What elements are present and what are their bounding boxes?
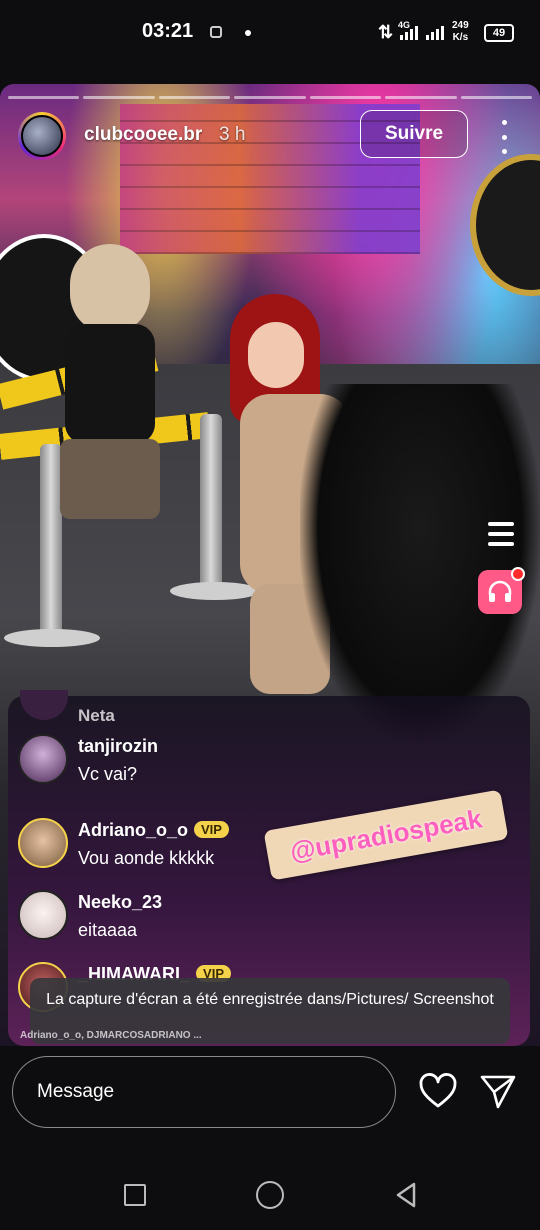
comment-avatar[interactable] bbox=[18, 818, 68, 868]
familia-rockefeller-sign bbox=[470, 154, 540, 296]
live-progress-segments bbox=[8, 96, 532, 99]
comment-username[interactable]: tanjirozin bbox=[78, 736, 158, 757]
avatar-black-wings bbox=[300, 384, 540, 744]
comment-username[interactable]: Neeko_23 bbox=[78, 892, 162, 913]
battery-level: 49 bbox=[484, 24, 514, 42]
barrier-post bbox=[40, 444, 62, 644]
live-elapsed-time: 3 h bbox=[219, 124, 246, 145]
barrier-post-2 bbox=[200, 414, 222, 594]
comment-username[interactable]: Adriano_o_o bbox=[78, 820, 188, 840]
joined-viewers-text: Adriano_o_o, DJMARCOSADRIANO ... bbox=[20, 1030, 202, 1041]
comment-text: Vou aonde kkkkk bbox=[78, 848, 215, 868]
notification-dot-icon bbox=[511, 567, 525, 581]
signal-strength-icon bbox=[400, 24, 418, 40]
comment-avatar[interactable] bbox=[18, 890, 68, 940]
signal-strength-2-icon bbox=[426, 24, 444, 40]
notification-dot-icon bbox=[245, 30, 251, 36]
comment-text: eitaaaa bbox=[78, 920, 138, 940]
more-vertical-icon[interactable] bbox=[496, 120, 512, 154]
gallery-notification-icon bbox=[210, 26, 222, 38]
comment-username-row: Adriano_o_o VIP bbox=[78, 820, 229, 841]
system-nav-bar bbox=[0, 1160, 540, 1230]
barrier-post-base bbox=[4, 629, 100, 647]
recents-square-icon[interactable] bbox=[124, 1184, 146, 1206]
network-speed: 249 K/s bbox=[452, 20, 469, 44]
comment-username: Neta bbox=[78, 706, 115, 725]
avatar-blonde bbox=[60, 244, 170, 574]
vip-badge: VIP bbox=[194, 821, 229, 838]
status-bar: 03:21 ⇅ 4G 249 K/s 49 bbox=[0, 0, 540, 66]
back-triangle-icon[interactable] bbox=[394, 1181, 418, 1209]
network-speed-unit: K/s bbox=[452, 32, 469, 43]
send-icon[interactable] bbox=[478, 1072, 518, 1112]
home-circle-icon[interactable] bbox=[256, 1181, 284, 1209]
comment-text: Vc vai? bbox=[78, 764, 138, 784]
comment-avatar[interactable] bbox=[18, 734, 68, 784]
follow-button[interactable]: Suivre bbox=[360, 110, 468, 158]
host-avatar[interactable] bbox=[18, 112, 66, 160]
data-activity-icon: ⇅ bbox=[378, 22, 394, 42]
host-username[interactable]: clubcooee.br bbox=[84, 124, 202, 146]
headphones-icon[interactable] bbox=[478, 567, 525, 614]
menu-lines-icon[interactable] bbox=[488, 522, 514, 546]
message-input[interactable]: Message bbox=[12, 1056, 396, 1128]
heart-icon[interactable] bbox=[418, 1072, 458, 1112]
status-time: 03:21 bbox=[142, 20, 194, 42]
network-speed-value: 249 bbox=[452, 20, 469, 31]
